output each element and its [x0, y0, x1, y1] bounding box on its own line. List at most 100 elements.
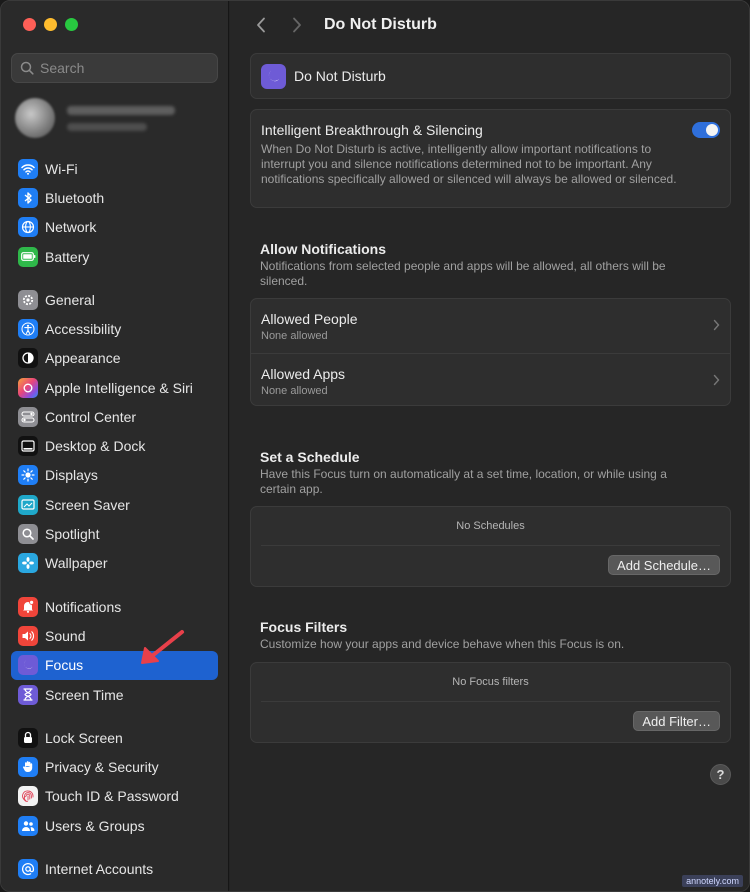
users-icon — [18, 815, 38, 836]
account-row[interactable] — [15, 97, 215, 139]
focus-filters-heading: Focus Filters — [260, 619, 348, 635]
sidebar-item-label: Notifications — [45, 598, 122, 615]
sidebar-item-general[interactable]: General — [11, 285, 218, 314]
sidebar-item-label: General — [45, 291, 95, 308]
sidebar-group-accounts: Internet Accounts — [11, 854, 218, 883]
watermark: annotely.com — [682, 875, 743, 887]
allowed-list-card: Allowed People None allowed Allowed Apps… — [250, 298, 731, 406]
gear-icon — [18, 289, 38, 310]
flower-icon — [18, 553, 38, 574]
sidebar: Wi-Fi Bluetooth Network Battery General — [1, 1, 229, 891]
sidebar-group-security: Lock Screen Privacy & Security Touch ID … — [11, 723, 218, 840]
main-pane: Do Not Disturb Do Not Disturb Intelligen… — [230, 1, 749, 891]
at-icon — [18, 858, 38, 879]
hand-icon — [18, 756, 38, 777]
sidebar-item-battery[interactable]: Battery — [11, 242, 218, 271]
annotation-arrow-icon — [141, 630, 184, 664]
intelligent-breakthrough-toggle[interactable] — [692, 122, 720, 138]
search-input[interactable] — [40, 60, 210, 76]
sidebar-item-appearance[interactable]: Appearance — [11, 344, 218, 373]
add-schedule-button[interactable]: Add Schedule… — [608, 555, 720, 575]
chevron-right-icon — [713, 374, 720, 386]
sidebar-item-screen-time[interactable]: Screen Time — [11, 680, 218, 709]
sidebar-item-apple-intelligence-siri[interactable]: Apple Intelligence & Siri — [11, 373, 218, 402]
bell-icon — [18, 596, 38, 617]
sidebar-item-label: Screen Time — [45, 686, 124, 703]
allowed-apps-row[interactable]: Allowed Apps None allowed — [251, 353, 730, 407]
avatar — [15, 98, 55, 138]
sidebar-item-bluetooth[interactable]: Bluetooth — [11, 183, 218, 212]
moon-icon — [18, 655, 38, 676]
moon-icon — [261, 63, 286, 89]
forward-button[interactable] — [286, 14, 308, 36]
sidebar-item-wifi[interactable]: Wi-Fi — [11, 154, 218, 183]
sidebar-item-label: Touch ID & Password — [45, 788, 179, 805]
close-button[interactable] — [23, 18, 36, 31]
sidebar-item-label: Wi-Fi — [45, 160, 78, 177]
globe-icon — [18, 217, 38, 238]
dock-icon — [18, 436, 38, 457]
sidebar-item-control-center[interactable]: Control Center — [11, 402, 218, 431]
sidebar-item-accessibility[interactable]: Accessibility — [11, 314, 218, 343]
sidebar-group-network: Wi-Fi Bluetooth Network Battery — [11, 154, 218, 271]
sidebar-item-label: Desktop & Dock — [45, 438, 146, 455]
sidebar-item-internet-accounts[interactable]: Internet Accounts — [11, 854, 218, 883]
sidebar-item-network[interactable]: Network — [11, 213, 218, 242]
sidebar-item-wallpaper[interactable]: Wallpaper — [11, 549, 218, 578]
accessibility-icon — [18, 318, 38, 339]
sidebar-item-privacy-security[interactable]: Privacy & Security — [11, 752, 218, 781]
sidebar-item-spotlight[interactable]: Spotlight — [11, 519, 218, 548]
sidebar-item-label: Focus — [45, 657, 84, 674]
fingerprint-icon — [18, 786, 38, 807]
focus-filters-description: Customize how your apps and device behav… — [260, 637, 625, 651]
row-subtitle: None allowed — [261, 385, 328, 397]
control-center-icon — [18, 406, 38, 427]
minimize-button[interactable] — [44, 18, 57, 31]
search-field[interactable] — [11, 53, 218, 83]
sidebar-item-label: Control Center — [45, 408, 137, 425]
add-filter-button[interactable]: Add Filter… — [633, 711, 720, 731]
row-subtitle: None allowed — [261, 330, 328, 342]
sidebar-item-notifications[interactable]: Notifications — [11, 592, 218, 621]
sidebar-group-system: General Accessibility Appearance Apple I… — [11, 285, 218, 578]
sidebar-item-label: Screen Saver — [45, 496, 130, 513]
chevron-left-icon — [257, 17, 265, 33]
focus-filters-card: No Focus filters Add Filter… — [250, 662, 731, 743]
toolbar: Do Not Disturb — [230, 1, 749, 49]
sidebar-item-desktop-dock[interactable]: Desktop & Dock — [11, 431, 218, 460]
allowed-people-row[interactable]: Allowed People None allowed — [251, 299, 730, 353]
zoom-button[interactable] — [65, 18, 78, 31]
sidebar-item-label: Displays — [45, 467, 98, 484]
sidebar-item-users-groups[interactable]: Users & Groups — [11, 811, 218, 840]
sidebar-item-label: Spotlight — [45, 526, 100, 543]
allow-notifications-heading: Allow Notifications — [260, 241, 386, 257]
schedule-description: Have this Focus turn on automatically at… — [260, 467, 667, 496]
bluetooth-icon — [18, 187, 38, 208]
allow-notifications-description: Notifications from selected people and a… — [260, 259, 666, 288]
sidebar-item-label: Battery — [45, 248, 90, 265]
wifi-icon — [18, 158, 38, 179]
back-button[interactable] — [250, 14, 272, 36]
settings-window: Wi-Fi Bluetooth Network Battery General — [0, 0, 750, 892]
screen-saver-icon — [18, 494, 38, 515]
sidebar-item-lock-screen[interactable]: Lock Screen — [11, 723, 218, 752]
magnifier-icon — [18, 524, 38, 545]
sidebar-item-label: Bluetooth — [45, 189, 105, 206]
sidebar-item-label: Users & Groups — [45, 817, 145, 834]
account-name-redacted — [67, 105, 175, 131]
sidebar-item-label: Appearance — [45, 350, 121, 367]
intelligent-breakthrough-description: When Do Not Disturb is active, intellige… — [261, 142, 677, 186]
search-icon — [20, 61, 34, 75]
sidebar-item-label: Apple Intelligence & Siri — [45, 379, 193, 396]
page-title: Do Not Disturb — [324, 16, 437, 33]
row-title: Allowed Apps — [261, 366, 346, 382]
no-schedules-text: No Schedules — [261, 507, 720, 546]
sidebar-item-label: Internet Accounts — [45, 860, 154, 877]
help-button[interactable]: ? — [710, 764, 731, 785]
sidebar-item-label: Sound — [45, 627, 86, 644]
chevron-right-icon — [293, 17, 301, 33]
sidebar-item-screen-saver[interactable]: Screen Saver — [11, 490, 218, 519]
speaker-icon — [18, 625, 38, 646]
sidebar-item-displays[interactable]: Displays — [11, 461, 218, 490]
sidebar-item-touch-id-password[interactable]: Touch ID & Password — [11, 782, 218, 811]
